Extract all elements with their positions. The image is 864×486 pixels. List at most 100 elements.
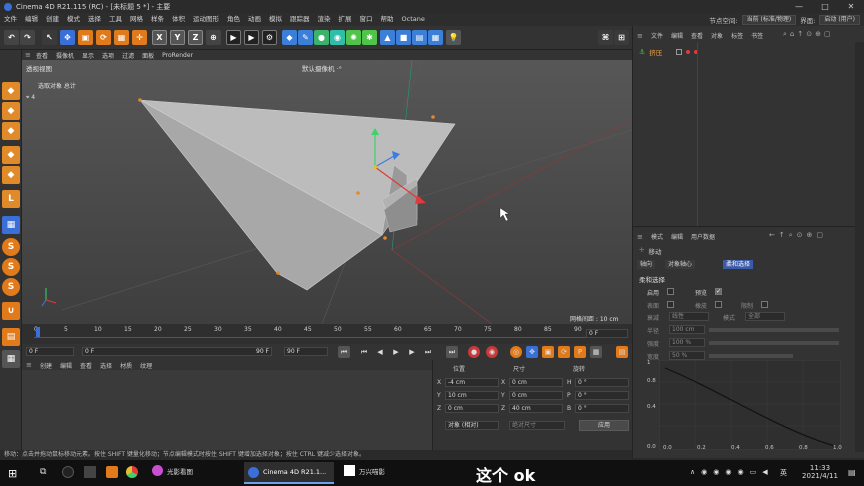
material-menu-item[interactable]: 纹理 (136, 361, 156, 370)
render-settings-icon[interactable]: ⚙ (262, 30, 277, 45)
size-field[interactable]: 0 cm (509, 378, 563, 387)
volume-icon[interactable]: ◀ (762, 468, 767, 476)
editor-visibility-dot[interactable] (686, 49, 691, 54)
menu-item[interactable]: 文件 (0, 13, 21, 26)
viewport-menu-icon[interactable]: ≡ (22, 51, 32, 59)
scene-icon[interactable]: ▤ (412, 30, 427, 45)
model-mode-icon[interactable]: ◆ (2, 102, 20, 120)
make-editable-icon[interactable]: ◆ (2, 82, 20, 100)
perspective-viewport[interactable]: 透视视图 默认摄像机 ·° 选取对象 总计 ⌖ 4 网格间距 : 10 cm ✥… (22, 60, 632, 324)
timeline-playhead[interactable] (36, 327, 40, 337)
previous-frame-icon[interactable]: ◀ (374, 346, 386, 358)
symmetry-s-icon[interactable]: S (2, 278, 20, 296)
grid-icon[interactable]: ▦ (428, 30, 443, 45)
falloff-graph[interactable] (659, 360, 841, 450)
up-arrow-icon[interactable]: ↑ (797, 30, 803, 39)
coordinate-system-icon[interactable]: ⊕ (206, 30, 221, 45)
menu-item[interactable]: 运动图形 (189, 13, 223, 26)
chrome-icon[interactable] (126, 466, 138, 478)
task-view-icon[interactable]: ⧉ (40, 467, 46, 477)
new-window-icon[interactable]: ▢ (816, 231, 823, 240)
notification-icon[interactable]: ▤ (848, 468, 856, 477)
menu-item[interactable]: 角色 (223, 13, 244, 26)
viewport-menu-item[interactable]: 查看 (32, 51, 52, 60)
object-menu-item[interactable]: 标签 (727, 31, 747, 40)
rotation-field[interactable]: 0 ° (575, 378, 629, 387)
menu-item[interactable]: 选择 (84, 13, 105, 26)
pen-icon[interactable]: ✎ (298, 30, 313, 45)
attribute-slider[interactable] (709, 341, 839, 345)
keyframe-selection-icon[interactable]: ◎ (510, 346, 522, 358)
rotation-field[interactable]: 0 ° (575, 391, 629, 400)
position-field[interactable]: 0 cm (445, 404, 499, 413)
y-axis-button[interactable]: Y (170, 30, 185, 45)
size-field[interactable]: 0 cm (509, 391, 563, 400)
environment-icon[interactable]: ▲ (380, 30, 395, 45)
tray-app3-icon[interactable]: ◉ (725, 468, 731, 476)
attribute-value-field[interactable]: 100 % (669, 338, 705, 347)
material-menu-item[interactable]: 编辑 (56, 361, 76, 370)
snap-s-icon[interactable]: S (2, 238, 20, 256)
attribute-checkbox[interactable] (667, 288, 674, 295)
viewport-menu-item[interactable]: 过滤 (118, 51, 138, 60)
attribute-checkbox[interactable] (715, 301, 722, 308)
up-icon[interactable]: ↑ (779, 231, 785, 240)
scale-icon[interactable]: ▣ (78, 30, 93, 45)
object-name[interactable]: 挤压 (649, 47, 662, 57)
viewport-menu-item[interactable]: 面板 (138, 51, 158, 60)
filter-icon[interactable]: ⊙ (806, 30, 812, 39)
frame-range-field[interactable]: 0 F (82, 347, 272, 356)
app-icon[interactable] (106, 466, 118, 478)
cube-icon[interactable]: ◆ (282, 30, 297, 45)
menu-item[interactable]: 动画 (244, 13, 265, 26)
tray-app4-icon[interactable]: ◉ (737, 468, 743, 476)
maximize-button[interactable]: □ (812, 0, 838, 13)
redo-icon[interactable]: ↷ (20, 30, 35, 45)
search-icon[interactable]: ⌕ (783, 30, 787, 39)
object-menu-item[interactable]: 书签 (747, 31, 767, 40)
start-frame-field[interactable]: 0 F (26, 347, 74, 356)
workplane-tool-icon[interactable]: ▤ (2, 328, 20, 346)
viewport-canvas[interactable] (22, 60, 632, 324)
snap-icon[interactable]: ⌘ (598, 30, 613, 45)
search-attr-icon[interactable]: ⌕ (789, 231, 793, 240)
soft-select-s-icon[interactable]: S (2, 258, 20, 276)
attribute-tab[interactable]: 轴向 (637, 260, 656, 269)
expand-icon[interactable]: ▢ (824, 30, 831, 39)
point-level-icon[interactable]: ▦ (590, 346, 602, 358)
add-icon[interactable]: ⊕ (815, 30, 821, 39)
x-axis-button[interactable]: X (152, 30, 167, 45)
close-button[interactable]: ✕ (838, 0, 864, 13)
tray-app2-icon[interactable]: ◉ (713, 468, 719, 476)
edges-mode-icon[interactable]: ◆ (2, 166, 20, 184)
viewport-menu-item[interactable]: 摄像机 (52, 51, 78, 60)
workplane-icon[interactable]: ⊞ (614, 30, 629, 45)
object-menu-item[interactable]: 查看 (687, 31, 707, 40)
menu-item[interactable]: 跟踪器 (286, 13, 314, 26)
clock[interactable]: 11:33 2021/4/11 (800, 464, 840, 480)
menu-item[interactable]: 网格 (126, 13, 147, 26)
tray-app-icon[interactable]: ◉ (701, 468, 707, 476)
parameter-key-icon[interactable]: P (574, 346, 586, 358)
taskbar-app-viewer[interactable]: 光影看图 (152, 465, 193, 476)
z-axis-button[interactable]: Z (188, 30, 203, 45)
end-frame-field[interactable]: 90 F (284, 347, 328, 356)
timeline-window-icon[interactable]: ▤ (616, 346, 628, 358)
network-icon[interactable]: ▭ (750, 468, 757, 476)
object-menu-item[interactable]: 文件 (647, 31, 667, 40)
camera-icon[interactable]: ■ (396, 30, 411, 45)
back-arrow-icon[interactable]: ← (769, 231, 775, 240)
attribute-checkbox[interactable] (761, 301, 768, 308)
auto-key-icon[interactable]: ◉ (486, 346, 498, 358)
live-select-icon[interactable]: ↖ (42, 30, 57, 45)
attribute-slider[interactable] (709, 328, 839, 332)
material-menu-item[interactable]: 查看 (76, 361, 96, 370)
layout-select[interactable]: 启动 (用户) (819, 14, 860, 25)
menu-item[interactable]: 体积 (168, 13, 189, 26)
menu-item[interactable]: Octane (398, 13, 429, 26)
move-icon[interactable]: ✥ (60, 30, 75, 45)
object-menu-item[interactable]: 对象 (707, 31, 727, 40)
tray-expand-icon[interactable]: ∧ (690, 468, 695, 476)
menu-item[interactable]: 模拟 (265, 13, 286, 26)
menu-item[interactable]: 帮助 (377, 13, 398, 26)
